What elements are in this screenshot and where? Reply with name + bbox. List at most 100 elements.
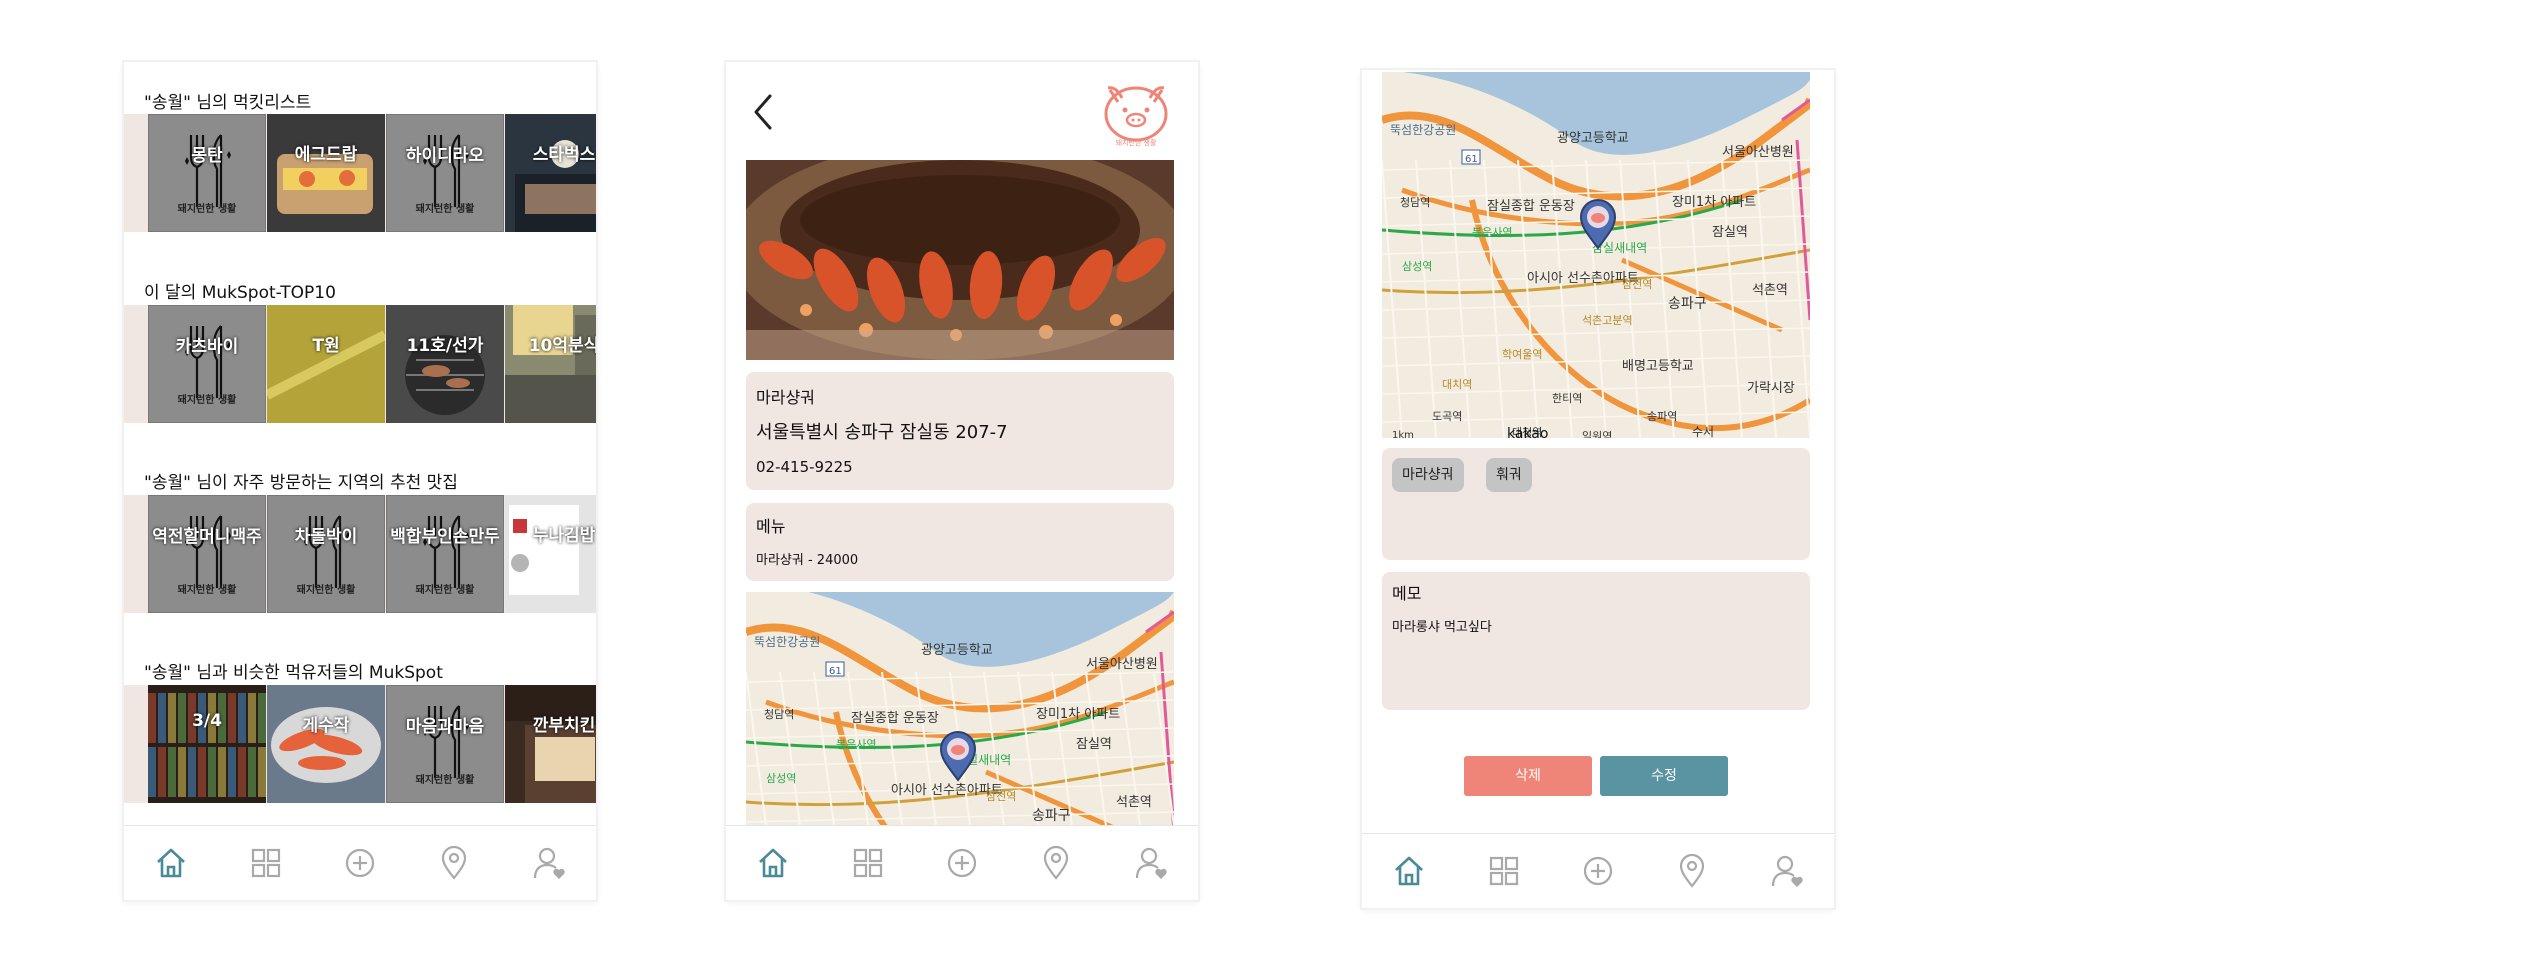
restaurant-name: 깐부치킨: [532, 716, 596, 736]
svg-text:광양고등학교: 광양고등학교: [1557, 131, 1629, 146]
restaurant-thumbnail[interactable]: 백합부인손만두돼지런한 생활: [386, 495, 504, 613]
svg-text:잠실역: 잠실역: [1712, 225, 1748, 240]
location-pin-icon[interactable]: [938, 730, 978, 786]
tag-chip[interactable]: 마라샹궈: [1392, 458, 1464, 492]
svg-text:뚝섬한강공원: 뚝섬한강공원: [1390, 123, 1456, 137]
restaurant-thumbnail[interactable]: 마음과마음돼지런한 생활: [386, 685, 504, 803]
restaurant-thumbnail[interactable]: 게수작: [267, 685, 385, 803]
food-photo: [746, 160, 1174, 360]
restaurant-thumbnail[interactable]: 10억분식: [505, 305, 596, 423]
profile-icon[interactable]: [529, 843, 569, 883]
restaurant-name: 11호/선가: [406, 336, 484, 356]
svg-text:장미1차 아파트: 장미1차 아파트: [1036, 707, 1120, 722]
section-title-mukkitlist: "송월" 님의 먹킷리스트: [144, 93, 312, 113]
brand-caption: 돼지런한 생활: [177, 395, 237, 406]
restaurant-thumbnail[interactable]: 차돌박이 돼지런한 생활: [267, 495, 385, 613]
home-icon[interactable]: [753, 843, 793, 883]
restaurant-photo: [505, 685, 596, 803]
add-icon[interactable]: [340, 843, 380, 883]
brand-caption: 돼지런한 생활: [415, 775, 475, 786]
svg-text:삼전역: 삼전역: [986, 790, 1016, 803]
svg-text:도곡역: 도곡역: [1432, 410, 1462, 423]
section-title-similar: "송월" 님과 비슷한 먹유저들의 MukSpot: [144, 663, 443, 683]
location-icon[interactable]: [1672, 851, 1712, 891]
grid-icon[interactable]: [1484, 851, 1524, 891]
grid-icon[interactable]: [246, 843, 286, 883]
restaurant-name: 에그드랍: [294, 145, 358, 165]
back-arrow-icon[interactable]: [750, 92, 774, 136]
add-icon[interactable]: [942, 843, 982, 883]
restaurant-name: 백합부인손만두: [390, 527, 500, 547]
tab-bar: [726, 825, 1198, 900]
svg-text:학여울역: 학여울역: [1502, 348, 1542, 361]
svg-text:청담역: 청담역: [1400, 196, 1430, 209]
map-tiles: 뚝섬한강공원 광양고등학교 서울아산병원 장미1차 아파트 잠실종합 운동장 잠실역 잠실새…: [746, 592, 1174, 826]
section-title-region: "송월" 님이 자주 방문하는 지역의 추천 맛집: [144, 473, 458, 493]
brand-caption: 돼지런한 생활: [177, 585, 237, 596]
restaurant-name: 역전할머니맥주: [152, 527, 262, 547]
memo-screen: 뚝섬한강공원 광양고등학교 서울아산병원 장미1차 아파트 잠실종합 운동장 잠실역 잠실새…: [1362, 70, 1834, 908]
svg-text:서울아산병원: 서울아산병원: [1086, 657, 1158, 672]
menu-card: 메뉴 마라샹궈 - 24000: [746, 503, 1174, 581]
location-map[interactable]: 뚝섬한강공원 광양고등학교 서울아산병원 장미1차 아파트 잠실종합 운동장 잠실역 잠실새…: [746, 592, 1174, 826]
memo-card: 메모 마라롱샤 먹고싶다: [1382, 572, 1810, 710]
restaurant-name: 차돌박이: [294, 527, 358, 547]
memo-text[interactable]: 마라롱샤 먹고싶다: [1392, 616, 1492, 635]
brand-caption: 돼지런한 생활: [415, 585, 475, 596]
restaurant-thumbnail[interactable]: 하이디라오 돼지런한 생활: [386, 114, 504, 232]
svg-text:잠실역: 잠실역: [1076, 737, 1112, 752]
profile-icon[interactable]: [1131, 843, 1171, 883]
edit-button[interactable]: 수정: [1600, 756, 1728, 796]
brand-caption: 돼지런한 생활: [415, 204, 475, 215]
svg-text:한티역: 한티역: [1552, 392, 1582, 405]
svg-text:봉은사역: 봉은사역: [1472, 226, 1512, 239]
home-icon[interactable]: [151, 843, 191, 883]
restaurant-thumbnail[interactable]: 깐부치킨: [505, 685, 596, 803]
restaurant-thumbnail[interactable]: T원: [267, 305, 385, 423]
profile-icon[interactable]: [1767, 851, 1807, 891]
delete-button[interactable]: 삭제: [1464, 756, 1592, 796]
svg-text:kakao: kakao: [1507, 426, 1548, 438]
restaurant-thumbnail[interactable]: 3/4: [148, 685, 266, 803]
location-icon[interactable]: [1036, 843, 1076, 883]
svg-text:석촌역: 석촌역: [1116, 795, 1152, 810]
grid-icon[interactable]: [848, 843, 888, 883]
restaurant-thumbnail[interactable]: 카츠바이 돼지런한 생활: [148, 305, 266, 423]
restaurant-name: 게수작: [302, 716, 350, 736]
svg-text:잠실종합 운동장: 잠실종합 운동장: [1487, 199, 1575, 214]
restaurant-name: 스타벅스: [532, 145, 596, 165]
tab-bar: [124, 825, 596, 900]
restaurant-info-card: 마라샹궈 서울특별시 송파구 잠실동 207-7 02-415-9225: [746, 372, 1174, 490]
similar-strip: 3/4 게수작 마음과마음돼지런한 생활 깐부치킨: [124, 685, 596, 803]
location-pin-icon[interactable]: [1578, 198, 1618, 254]
tag-chip[interactable]: 훠궈: [1486, 458, 1532, 492]
location-map[interactable]: 뚝섬한강공원 광양고등학교 서울아산병원 장미1차 아파트 잠실종합 운동장 잠실역 잠실새…: [1382, 72, 1810, 438]
svg-text:봉은사역: 봉은사역: [836, 738, 876, 751]
restaurant-thumbnail[interactable]: 누나김밥: [505, 495, 596, 613]
memo-title: 메모: [1392, 584, 1422, 603]
restaurant-photo: [505, 305, 596, 423]
restaurant-thumbnail[interactable]: 스타벅스: [505, 114, 596, 232]
mukkitlist-strip: 몽탄 돼지런한 생활 에그드랍 하이디라오 돼지런한 생활 스타벅스: [124, 114, 596, 232]
svg-text:송파구: 송파구: [1032, 808, 1071, 824]
svg-text:1km: 1km: [1392, 430, 1414, 438]
restaurant-photo: [267, 305, 385, 423]
restaurant-phone[interactable]: 02-415-9225: [756, 458, 853, 476]
restaurant-thumbnail[interactable]: 몽탄 돼지런한 생활: [148, 114, 266, 232]
brand-caption: 돼지런한 생활: [177, 204, 237, 215]
add-icon[interactable]: [1578, 851, 1618, 891]
restaurant-name: 3/4: [192, 711, 222, 731]
svg-text:장미1차 아파트: 장미1차 아파트: [1672, 195, 1756, 210]
location-icon[interactable]: [434, 843, 474, 883]
restaurant-thumbnail[interactable]: 11호/선가: [386, 305, 504, 423]
menu-title: 메뉴: [756, 517, 786, 536]
restaurant-thumbnail[interactable]: 에그드랍: [267, 114, 385, 232]
restaurant-thumbnail[interactable]: 역전할머니맥주돼지런한 생활: [148, 495, 266, 613]
svg-text:일원역: 일원역: [1582, 429, 1612, 438]
pig-logo: 돼지런한 생활: [1096, 72, 1176, 152]
home-icon[interactable]: [1389, 851, 1429, 891]
svg-text:61: 61: [1465, 154, 1478, 165]
restaurant-photo: [148, 685, 266, 803]
restaurant-name: 마라샹궈: [756, 388, 815, 407]
restaurant-name: 마음과마음: [405, 717, 485, 737]
